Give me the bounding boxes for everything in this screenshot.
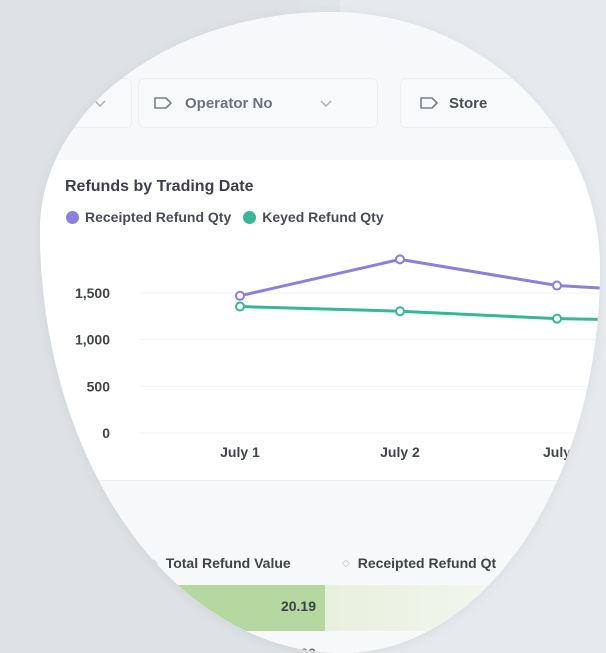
y-tick-label: 1,000: [75, 332, 110, 348]
y-tick-label: 1,500: [75, 285, 110, 301]
data-point-receipted: [235, 290, 245, 301]
series-line-receipted: [239, 257, 600, 298]
series-line-keyed: [239, 305, 600, 321]
y-tick-label: 500: [87, 378, 111, 394]
data-point-keyed: [235, 301, 245, 312]
app-window: Operator No Store Refunds by Trading Dat…: [40, 12, 600, 653]
data-point-receipted: [395, 254, 405, 265]
table-cell-total-refund-value: 78.00: [280, 645, 316, 653]
column-header-receipted-refund-qty[interactable]: ◇ Receipted Refund Qt: [342, 555, 496, 571]
y-tick-label: 0: [102, 425, 110, 441]
data-point-keyed: [552, 313, 562, 324]
sort-icon: ◇: [342, 557, 350, 569]
data-point-keyed: [395, 306, 405, 317]
x-tick-label: July 2: [380, 444, 420, 460]
table-cell-total-refund-value: 20.19: [280, 598, 316, 614]
data-point-receipted: [552, 280, 562, 291]
x-tick-label: July 1: [220, 444, 260, 460]
sort-icon: ◇: [150, 557, 158, 569]
x-tick-label: July: [543, 444, 571, 460]
column-header-qty[interactable]: Qty: [90, 555, 113, 571]
column-header-total-refund-value[interactable]: ◇ Total Refund Value: [150, 555, 291, 571]
table-cell-fade: [325, 585, 600, 631]
screenshot-viewport: Operator No Store Refunds by Trading Dat…: [40, 12, 600, 653]
